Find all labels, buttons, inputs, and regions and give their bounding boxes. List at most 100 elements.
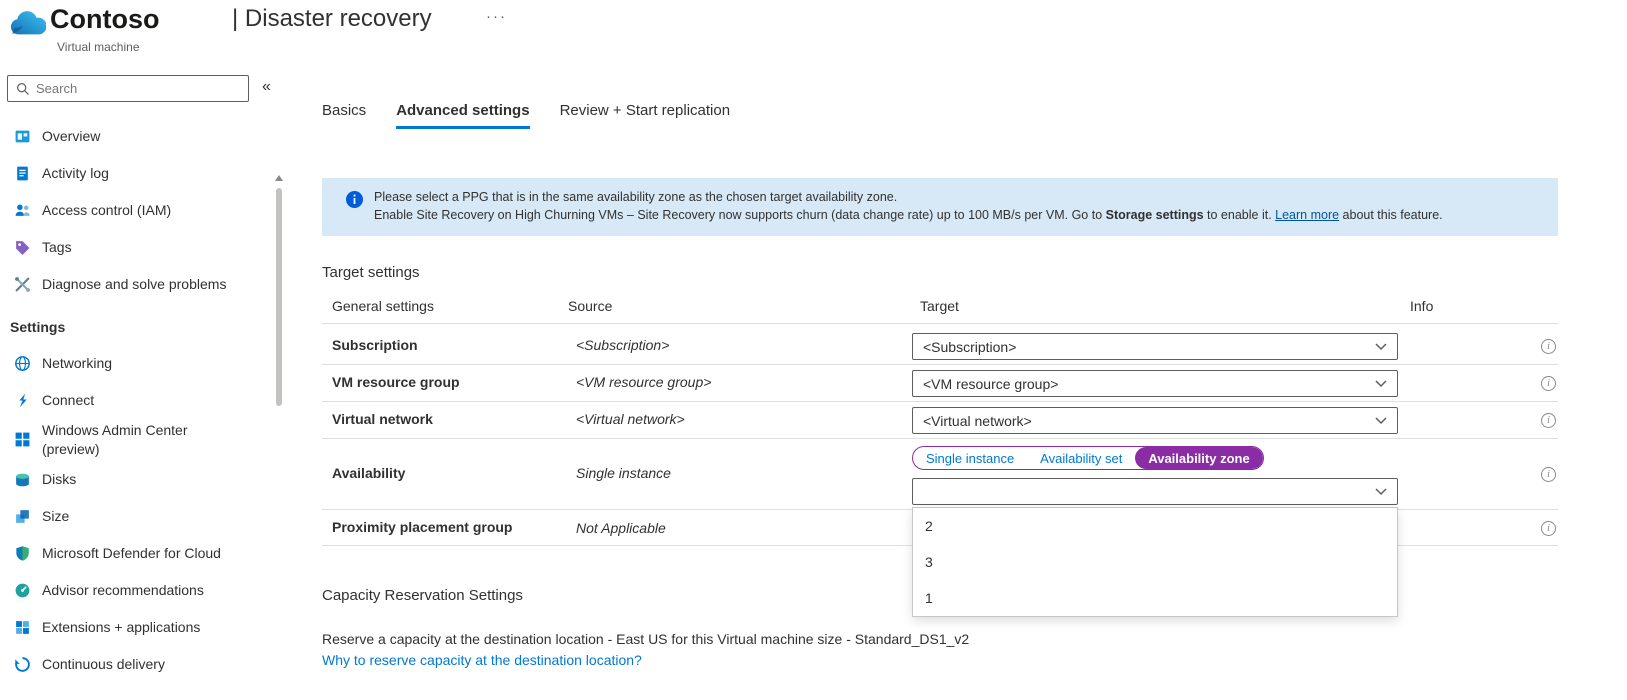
banner-line2-suffix: about this feature. (1339, 208, 1443, 222)
info-banner: Please select a PPG that is in the same … (322, 178, 1558, 236)
banner-line1: Please select a PPG that is in the same … (374, 188, 1544, 206)
sidebar-item-extensions[interactable]: Extensions + applications (0, 609, 252, 646)
sidebar: « Overview Activity log Access control (… (0, 70, 284, 700)
networking-icon (14, 355, 31, 372)
subscription-select-value: <Subscription> (923, 339, 1016, 355)
sidebar-item-diagnose[interactable]: Diagnose and solve problems (0, 266, 252, 303)
sidebar-item-label: Access control (IAM) (42, 201, 171, 220)
capacity-reservation-heading: Capacity Reservation Settings (322, 587, 523, 604)
scrollbar-up-arrow[interactable] (275, 175, 283, 181)
row-label-proximity-placement-group: Proximity placement group (332, 519, 512, 535)
sidebar-item-label: Activity log (42, 164, 109, 183)
virtual-network-select[interactable]: <Virtual network> (912, 407, 1398, 434)
disks-icon (14, 471, 31, 488)
windows-admin-center-icon (14, 431, 31, 448)
sidebar-item-connect[interactable]: Connect (0, 382, 252, 419)
advisor-gauge-icon (14, 582, 31, 599)
activity-log-icon (14, 165, 31, 182)
availability-zone-select[interactable] (912, 478, 1398, 505)
row-source-subscription: <Subscription> (576, 337, 669, 353)
pill-availability-zone[interactable]: Availability zone (1135, 447, 1262, 469)
sidebar-item-label: Microsoft Defender for Cloud (42, 544, 221, 563)
table-divider (322, 438, 1558, 439)
info-tooltip-icon[interactable] (1541, 339, 1556, 354)
search-icon (16, 82, 30, 96)
chevron-down-icon (1375, 380, 1387, 388)
sidebar-item-label: Diagnose and solve problems (42, 275, 226, 294)
banner-line2: Enable Site Recovery on High Churning VM… (374, 206, 1544, 224)
table-divider (322, 364, 1558, 365)
sidebar-item-activity-log[interactable]: Activity log (0, 155, 252, 192)
extensions-icon (14, 619, 31, 636)
capacity-description: Reserve a capacity at the destination lo… (322, 631, 969, 647)
row-label-availability: Availability (332, 465, 405, 481)
defender-shield-icon (14, 545, 31, 562)
column-header-general-settings: General settings (332, 298, 434, 314)
search-input[interactable] (36, 81, 240, 96)
info-tooltip-icon[interactable] (1541, 413, 1556, 428)
column-header-target: Target (920, 298, 959, 314)
pill-single-instance[interactable]: Single instance (913, 447, 1027, 469)
sidebar-scrollbar[interactable] (276, 188, 282, 406)
sidebar-item-label: Networking (42, 354, 112, 373)
row-source-proximity-placement-group: Not Applicable (576, 520, 666, 536)
banner-line2-text: Enable Site Recovery on High Churning VM… (374, 208, 1106, 222)
sidebar-item-label: Connect (42, 391, 94, 410)
info-tooltip-icon[interactable] (1541, 521, 1556, 536)
table-divider (322, 401, 1558, 402)
sidebar-item-label: Tags (42, 238, 72, 257)
chevron-down-icon (1375, 417, 1387, 425)
availability-zone-options-list: 2 3 1 (912, 507, 1398, 617)
info-tooltip-icon[interactable] (1541, 467, 1556, 482)
tab-review-start-replication[interactable]: Review + Start replication (560, 102, 731, 129)
sidebar-item-disks[interactable]: Disks (0, 461, 252, 498)
sidebar-item-label: Size (42, 507, 69, 526)
sidebar-item-continuous-delivery[interactable]: Continuous delivery (0, 646, 252, 683)
overview-icon (14, 128, 31, 145)
sidebar-item-tags[interactable]: Tags (0, 229, 252, 266)
zone-option[interactable]: 1 (913, 580, 1397, 616)
learn-more-link[interactable]: Learn more (1275, 208, 1339, 222)
sidebar-item-windows-admin-center[interactable]: Windows Admin Center (preview) (0, 419, 252, 461)
vm-resource-group-select[interactable]: <VM resource group> (912, 370, 1398, 397)
connect-icon (14, 392, 31, 409)
row-label-vm-resource-group: VM resource group (332, 374, 460, 390)
size-icon (14, 508, 31, 525)
row-source-vm-resource-group: <VM resource group> (576, 374, 711, 390)
sidebar-menu: Overview Activity log Access control (IA… (0, 118, 252, 683)
column-header-source: Source (568, 298, 612, 314)
azure-portal-screen: Contoso Virtual machine | Disaster recov… (0, 0, 1627, 700)
virtual-network-select-value: <Virtual network> (923, 413, 1032, 429)
row-label-virtual-network: Virtual network (332, 411, 433, 427)
banner-line2-mid: to enable it. (1204, 208, 1276, 222)
sidebar-item-size[interactable]: Size (0, 498, 252, 535)
diagnose-icon (14, 276, 31, 293)
sidebar-search[interactable] (7, 75, 249, 102)
sidebar-item-label: Extensions + applications (42, 618, 200, 637)
tab-advanced-settings[interactable]: Advanced settings (396, 102, 529, 129)
sidebar-item-overview[interactable]: Overview (0, 118, 252, 155)
banner-text: Please select a PPG that is in the same … (374, 188, 1544, 224)
availability-pill-group: Single instance Availability set Availab… (912, 446, 1264, 470)
more-options-icon[interactable]: ··· (486, 8, 507, 25)
zone-option[interactable]: 2 (913, 508, 1397, 544)
tags-icon (14, 239, 31, 256)
info-tooltip-icon[interactable] (1541, 376, 1556, 391)
row-source-virtual-network: <Virtual network> (576, 411, 685, 427)
chevron-down-icon (1375, 488, 1387, 496)
info-icon (346, 191, 363, 208)
row-source-availability: Single instance (576, 465, 671, 481)
subscription-select[interactable]: <Subscription> (912, 333, 1398, 360)
pill-availability-set[interactable]: Availability set (1027, 447, 1135, 469)
zone-option[interactable]: 3 (913, 544, 1397, 580)
collapse-sidebar-icon[interactable]: « (262, 78, 271, 96)
sidebar-item-networking[interactable]: Networking (0, 345, 252, 382)
sidebar-item-defender[interactable]: Microsoft Defender for Cloud (0, 535, 252, 572)
banner-storage-settings-emphasis: Storage settings (1106, 208, 1204, 222)
wizard-tabs: Basics Advanced settings Review + Start … (322, 102, 730, 129)
sidebar-item-advisor[interactable]: Advisor recommendations (0, 572, 252, 609)
tab-basics[interactable]: Basics (322, 102, 366, 129)
sidebar-item-access-control[interactable]: Access control (IAM) (0, 192, 252, 229)
capacity-why-reserve-link[interactable]: Why to reserve capacity at the destinati… (322, 652, 642, 668)
row-label-subscription: Subscription (332, 337, 418, 353)
